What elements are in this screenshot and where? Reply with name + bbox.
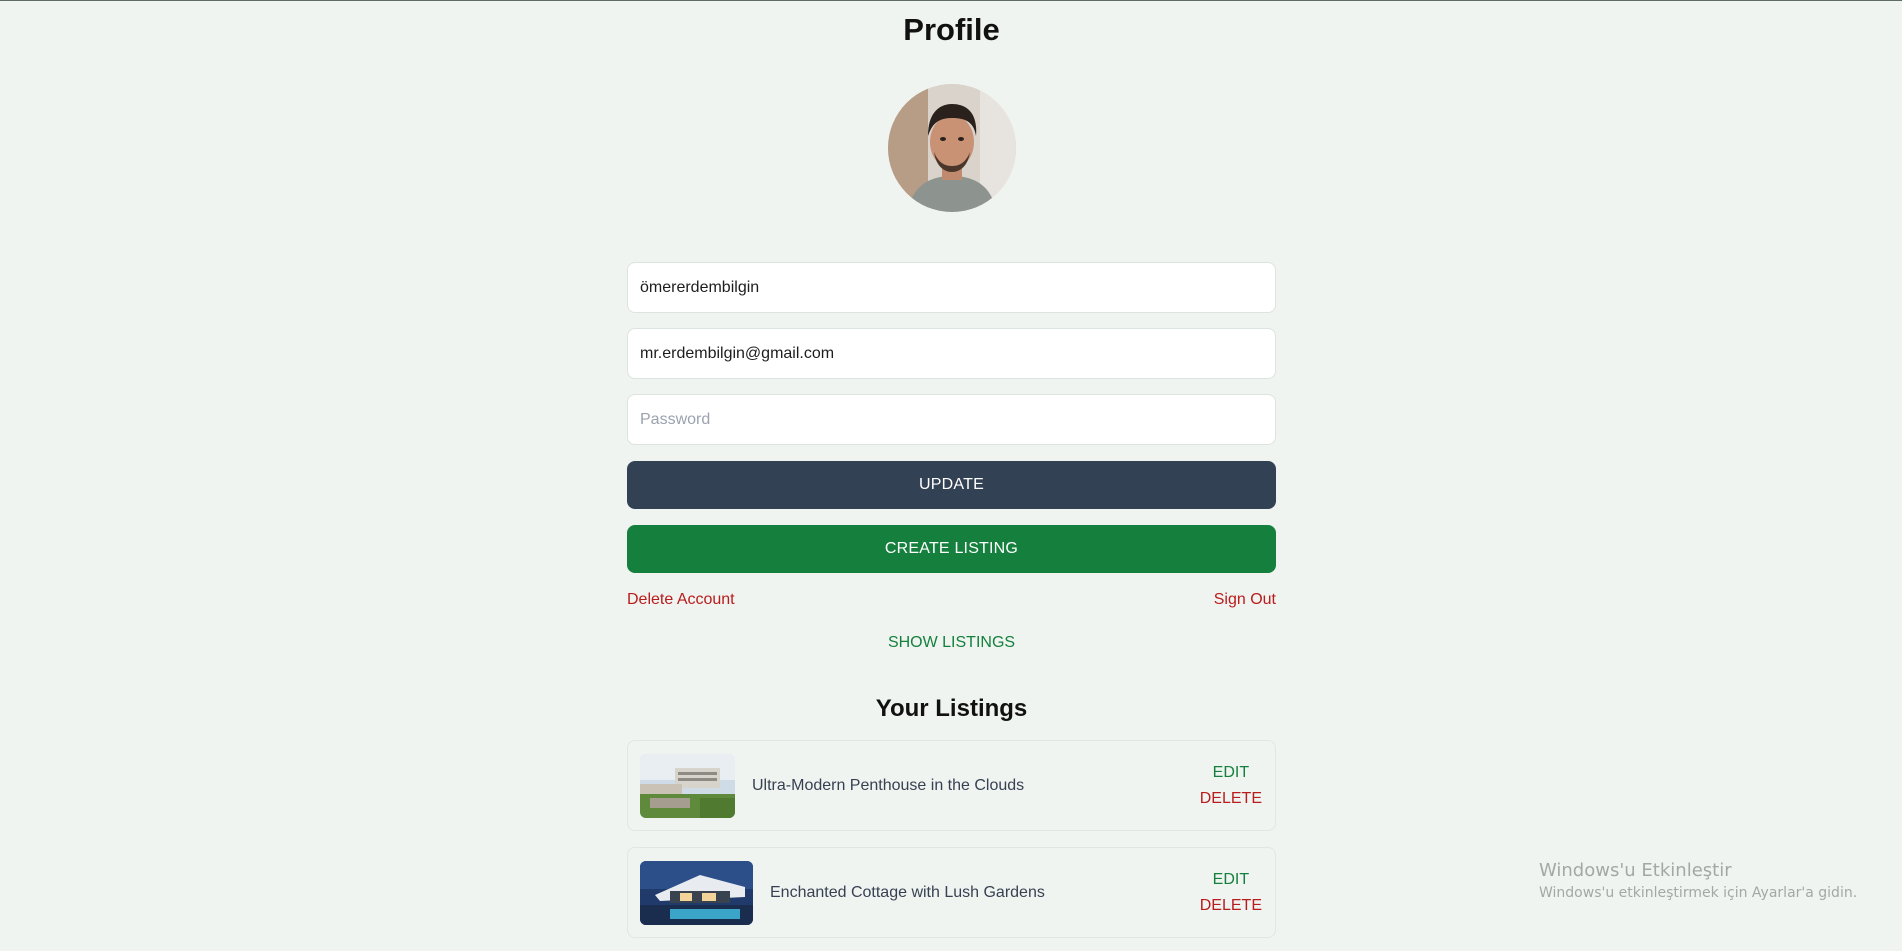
edit-listing-button[interactable]: EDIT bbox=[1213, 871, 1249, 889]
avatar-photo-icon bbox=[887, 84, 1016, 212]
watermark-title: Windows'u Etkinleştir bbox=[1539, 860, 1732, 881]
listing-item: Enchanted Cottage with Lush Gardens EDIT… bbox=[627, 847, 1276, 938]
listing-item: Ultra-Modern Penthouse in the Clouds EDI… bbox=[627, 740, 1276, 831]
listing-thumbnail[interactable] bbox=[640, 860, 753, 925]
page-title: Profile bbox=[903, 12, 1000, 47]
listings-title: Your Listings bbox=[875, 695, 1028, 722]
listing-actions: EDIT DELETE bbox=[1200, 764, 1262, 808]
delete-listing-button[interactable]: DELETE bbox=[1200, 897, 1262, 915]
create-listing-button[interactable]: CREATE LISTING bbox=[627, 525, 1276, 573]
delete-account-link[interactable]: Delete Account bbox=[627, 591, 735, 609]
listing-thumbnail[interactable] bbox=[640, 753, 735, 818]
update-button[interactable]: UPDATE bbox=[627, 461, 1276, 509]
cottage-photo-icon bbox=[640, 860, 753, 925]
avatar[interactable] bbox=[887, 84, 1016, 212]
email-input[interactable]: mr.erdembilgin@gmail.com bbox=[627, 328, 1276, 379]
listing-actions: EDIT DELETE bbox=[1200, 871, 1262, 915]
username-value: ömererdembilgin bbox=[640, 278, 760, 296]
edit-listing-button[interactable]: EDIT bbox=[1213, 764, 1249, 782]
listing-name[interactable]: Ultra-Modern Penthouse in the Clouds bbox=[752, 777, 1200, 795]
password-input[interactable]: Password bbox=[627, 394, 1276, 445]
email-value: mr.erdembilgin@gmail.com bbox=[640, 344, 835, 362]
account-actions: Delete Account Sign Out bbox=[627, 591, 1276, 609]
watermark-subtitle: Windows'u etkinleştirmek için Ayarlar'a … bbox=[1539, 885, 1858, 901]
username-input[interactable]: ömererdembilgin bbox=[627, 262, 1276, 313]
windows-activation-watermark: Windows'u Etkinleştir Windows'u etkinleş… bbox=[1539, 860, 1857, 901]
show-listings-button[interactable]: SHOW LISTINGS bbox=[627, 634, 1276, 652]
profile-page: Profile ömererdembilgin mr.erdembilgin@g… bbox=[627, 0, 1276, 938]
penthouse-photo-icon bbox=[640, 753, 735, 818]
avatar-container bbox=[627, 84, 1276, 212]
password-placeholder: Password bbox=[640, 410, 711, 428]
sign-out-link[interactable]: Sign Out bbox=[1214, 591, 1276, 609]
listing-name[interactable]: Enchanted Cottage with Lush Gardens bbox=[770, 884, 1200, 902]
delete-listing-button[interactable]: DELETE bbox=[1200, 790, 1262, 808]
